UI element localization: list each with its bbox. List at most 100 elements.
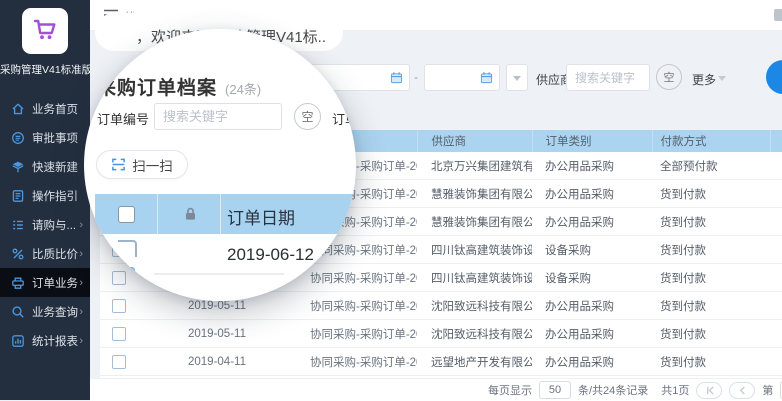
chevron-down-icon <box>513 76 521 81</box>
list-icon <box>11 218 25 232</box>
lock-cell <box>138 320 168 348</box>
payment-cell: 货到付款 <box>652 292 770 320</box>
sidebar-item-label: 审批事项 <box>32 130 78 146</box>
records-count: 条/共24条记录 <box>578 382 648 398</box>
sidebar-item-label: 统计报表 <box>32 333 78 349</box>
guide-icon <box>11 189 25 203</box>
order-date-cell: 2019-04-11 <box>168 348 298 376</box>
sidebar-item-label: 业务查询 <box>32 304 78 320</box>
supplier-cell: 北京万兴集团建筑有... <box>417 152 532 180</box>
date-to-input[interactable] <box>424 64 500 91</box>
sidebar-item-home[interactable]: 业务首页 <box>0 94 90 123</box>
extra-cell <box>770 320 782 348</box>
prev-page-button[interactable] <box>729 382 755 399</box>
payment-cell: 全部预付款 <box>652 152 770 180</box>
magnifier-lens: 采购订单档案(24条) 订单编号 空 订单日 扫一扫 订单日期 2019-06-… <box>84 29 356 301</box>
topbar-corner-icon[interactable] <box>774 9 782 21</box>
sidebar-item-compare[interactable]: 比质比价› <box>0 239 90 268</box>
chevron-down-icon <box>718 76 726 81</box>
chevron-right-icon: › <box>79 219 83 231</box>
payment-column-header: 付款方式 <box>652 130 770 152</box>
supplier-cell: 四川钛高建筑装饰设... <box>417 264 532 292</box>
cube-icon <box>11 160 25 174</box>
order-type-cell: 设备采购 <box>532 264 652 292</box>
chevron-right-icon: › <box>79 277 83 289</box>
page-prefix: 第 <box>762 382 773 398</box>
sidebar-item-quick-create[interactable]: 快速新建 <box>0 152 90 181</box>
sidebar: 采购管理V41标准版 业务首页审批事项快速新建操作指引请购与...›比质比价›订… <box>0 0 90 400</box>
chart-icon <box>11 334 25 348</box>
supplier-search-input[interactable] <box>566 64 650 91</box>
sidebar-item-label: 请购与... <box>32 217 76 233</box>
lock-cell <box>138 348 168 376</box>
sidebar-menu: 业务首页审批事项快速新建操作指引请购与...›比质比价›订单业务›业务查询›统计… <box>0 94 90 355</box>
printer-icon <box>11 276 25 290</box>
table-row: 2019-04-11协同采购-采购订单-201...远望地产开发有限公司办公用品… <box>100 348 782 376</box>
sidebar-item-label: 快速新建 <box>32 159 78 175</box>
order-type-cell: 办公用品采购 <box>532 348 652 376</box>
extra-cell <box>770 152 782 180</box>
supplier-cell: 慧雅装饰集团有限公司 <box>417 208 532 236</box>
search-button[interactable] <box>766 60 782 94</box>
app-name: 采购管理V41标准版 <box>0 62 90 77</box>
record-count-badge: (24条) <box>225 82 261 97</box>
total-pages: 共1页 <box>661 382 689 398</box>
payment-cell: 货到付款 <box>652 208 770 236</box>
type-column-header: 订单类别 <box>532 130 652 152</box>
order-date-filter-label: 订单日 <box>332 109 356 128</box>
extra-cell <box>770 180 782 208</box>
shopping-cart-icon <box>31 15 59 48</box>
per-page-input[interactable]: 50 <box>539 381 571 399</box>
lens-date-column-header: 订单日期 <box>227 204 295 229</box>
extra-column-header <box>770 130 782 152</box>
extra-cell <box>770 348 782 376</box>
chevron-right-icon: › <box>79 248 83 260</box>
payment-cell: 货到付款 <box>652 348 770 376</box>
payment-cell: 货到付款 <box>652 264 770 292</box>
extra-cell <box>770 292 782 320</box>
scan-icon <box>111 157 126 172</box>
order-type-cell: 办公用品采购 <box>532 152 652 180</box>
order-name-cell: 协同采购-采购订单-201... <box>298 348 417 376</box>
app-logo <box>22 8 68 54</box>
sidebar-item-query[interactable]: 业务查询› <box>0 297 90 326</box>
partial-row-checkbox <box>118 240 137 257</box>
lens-fade <box>84 259 356 301</box>
sidebar-item-reports[interactable]: 统计报表› <box>0 326 90 355</box>
order-no-input[interactable] <box>154 103 282 130</box>
empty-filter-button[interactable]: 空 <box>656 64 682 90</box>
home-icon <box>11 102 25 116</box>
sidebar-item-label: 操作指引 <box>32 188 78 204</box>
empty-filter-button[interactable]: 空 <box>294 103 321 130</box>
approval-icon <box>11 131 25 145</box>
table-row: 2019-05-11协同采购-采购订单-201...沈阳致远科技有限公司办公用品… <box>100 320 782 348</box>
first-page-button[interactable] <box>696 382 722 399</box>
lock-icon <box>183 206 198 222</box>
pagination-bar: 每页显示 50 条/共24条记录 共1页 第 1 页 <box>90 378 782 401</box>
supplier-cell: 四川钛高建筑装饰设... <box>417 236 532 264</box>
search-icon <box>11 305 25 319</box>
order-date-cell: 2019-05-11 <box>168 320 298 348</box>
row-checkbox[interactable] <box>112 327 126 341</box>
chevron-right-icon: › <box>79 306 83 318</box>
order-type-cell: 办公用品采购 <box>532 208 652 236</box>
sidebar-item-label: 比质比价 <box>32 246 78 262</box>
sidebar-item-approvals[interactable]: 审批事项 <box>0 123 90 152</box>
order-type-cell: 办公用品采购 <box>532 320 652 348</box>
select-all-checkbox[interactable] <box>118 206 135 223</box>
scan-button[interactable]: 扫一扫 <box>96 150 188 179</box>
sidebar-item-guide[interactable]: 操作指引 <box>0 181 90 210</box>
page-title: 采购订单档案 <box>97 78 217 99</box>
supplier-cell: 远望地产开发有限公司 <box>417 348 532 376</box>
order-no-label: 订单编号 <box>97 109 149 128</box>
order-type-cell: 办公用品采购 <box>532 292 652 320</box>
row-checkbox[interactable] <box>112 355 126 369</box>
supplier-column-header: 供应商 <box>417 130 532 152</box>
sidebar-item-label: 订单业务 <box>32 275 78 291</box>
more-filters-button[interactable]: 更多 <box>692 71 716 88</box>
sidebar-item-requisition[interactable]: 请购与...› <box>0 210 90 239</box>
sidebar-item-orders[interactable]: 订单业务› <box>0 268 90 297</box>
date-preset-dropdown[interactable] <box>506 64 528 91</box>
supplier-cell: 慧雅装饰集团有限公司 <box>417 180 532 208</box>
payment-cell: 货到付款 <box>652 236 770 264</box>
